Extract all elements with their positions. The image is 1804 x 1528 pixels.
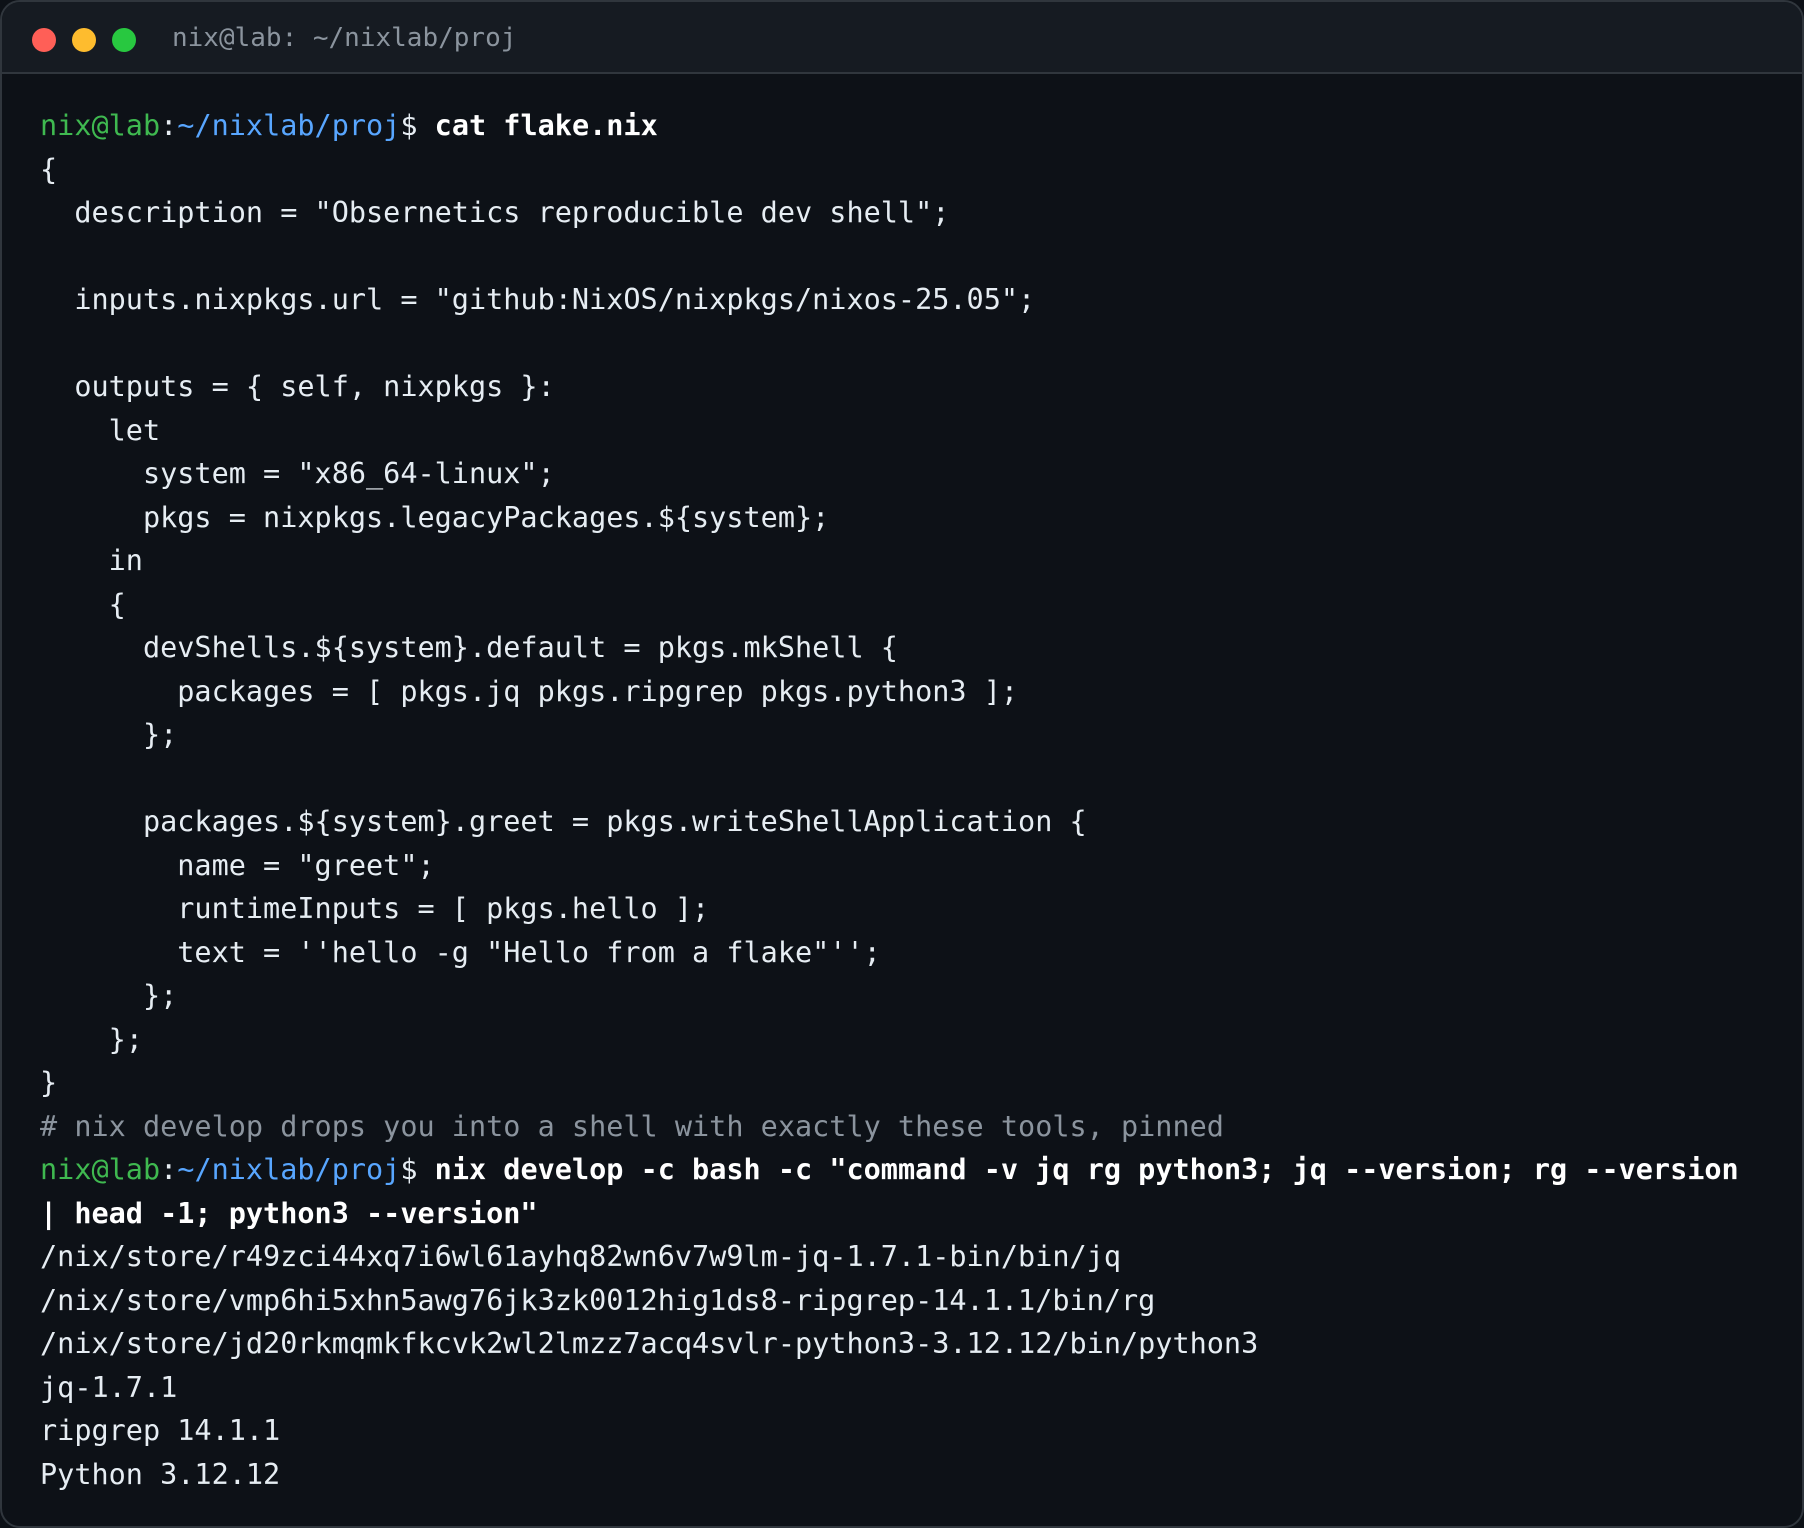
code-line: }; [40, 979, 178, 1012]
code-line: packages.${system}.greet = pkgs.writeShe… [40, 805, 1087, 838]
code-line: description = "Obsernetics reproducible … [40, 196, 950, 229]
prompt-separator: : [160, 109, 178, 142]
comment-line: # nix develop drops you into a shell wit… [40, 1109, 1224, 1143]
code-line: { [40, 152, 58, 186]
prompt-user: nix@lab [40, 109, 161, 142]
output-line: Python 3.12.12 [40, 1457, 281, 1491]
prompt-user: nix@lab [40, 1153, 161, 1186]
code-line: text = ''hello -g "Hello from a flake"''… [40, 935, 881, 969]
code-line: in [40, 544, 143, 577]
prompt-path: ~/nixlab/proj [177, 1153, 401, 1186]
code-line: pkgs = nixpkgs.legacyPackages.${system}; [40, 500, 830, 534]
code-line: outputs = { self, nixpkgs }: [40, 370, 555, 403]
terminal-window: nix@lab: ~/nixlab/proj nix@lab:~/nixlab/… [0, 0, 1804, 1528]
code-line: inputs.nixpkgs.url = "github:NixOS/nixpk… [40, 283, 1036, 316]
code-line: name = "greet"; [40, 848, 435, 882]
prompt-dollar: $ [400, 109, 435, 142]
output-line: /nix/store/r49zci44xq7i6wl61ayhq82wn6v7w… [40, 1240, 1121, 1273]
code-line: }; [40, 718, 178, 751]
code-line: runtimeInputs = [ pkgs.hello ]; [40, 892, 710, 925]
code-line: let [40, 413, 161, 447]
command-text: cat flake.nix [434, 109, 658, 142]
window-title: nix@lab: ~/nixlab/proj [172, 23, 517, 53]
command-output: /nix/store/r49zci44xq7i6wl61ayhq82wn6v7w… [40, 1235, 1770, 1496]
code-line: }; [40, 1022, 143, 1056]
output-line: jq-1.7.1 [40, 1370, 178, 1404]
code-line: { [40, 587, 126, 621]
file-contents: { description = "Obsernetics reproducibl… [40, 148, 1770, 1105]
prompt-line: nix@lab:~/nixlab/proj$ cat flake.nix [40, 104, 1770, 148]
output-line: /nix/store/jd20rkmqmkfkcvk2wl2lmzz7acq4s… [40, 1327, 1259, 1360]
minimize-button[interactable] [72, 28, 96, 52]
output-line: ripgrep 14.1.1 [40, 1414, 281, 1447]
maximize-button[interactable] [112, 28, 136, 52]
code-line: packages = [ pkgs.jq pkgs.ripgrep pkgs.p… [40, 674, 1019, 708]
prompt-line: nix@lab:~/nixlab/proj$ nix develop -c ba… [40, 1148, 1770, 1235]
output-line: /nix/store/vmp6hi5xhn5awg76jk3zk0012hig1… [40, 1283, 1156, 1317]
code-line: devShells.${system}.default = pkgs.mkShe… [40, 631, 898, 664]
close-button[interactable] [32, 28, 56, 52]
code-line: } [40, 1066, 58, 1099]
prompt-separator: : [160, 1153, 178, 1186]
prompt-dollar: $ [400, 1153, 435, 1186]
title-bar: nix@lab: ~/nixlab/proj [2, 2, 1802, 74]
code-line: system = "x86_64-linux"; [40, 457, 555, 490]
terminal-output[interactable]: nix@lab:~/nixlab/proj$ cat flake.nix { d… [40, 104, 1770, 1496]
prompt-path: ~/nixlab/proj [177, 109, 401, 142]
